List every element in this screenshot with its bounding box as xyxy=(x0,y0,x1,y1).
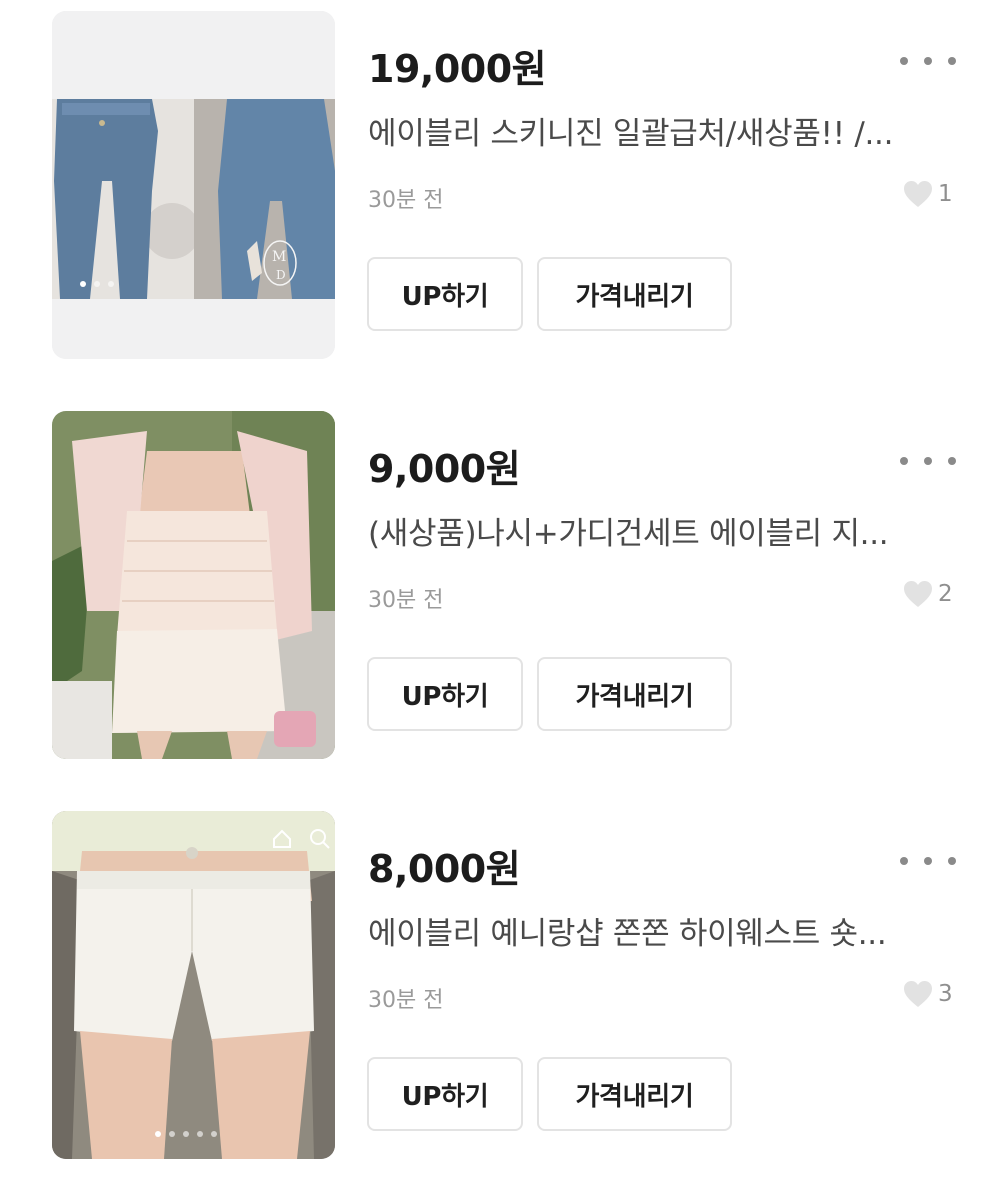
heart-icon xyxy=(904,981,932,1007)
carousel-indicator xyxy=(80,281,114,287)
listing-item[interactable]: 9,000원 (새상품)나시+가디건세트 에이블리 지... 30분 전 2 U… xyxy=(0,400,1006,760)
jeans-photo: M D xyxy=(52,11,335,359)
product-thumbnail[interactable] xyxy=(52,411,335,759)
lower-price-button[interactable]: 가격내리기 xyxy=(537,257,732,331)
listing-time: 30분 전 xyxy=(368,588,444,613)
carousel-indicator xyxy=(155,1131,217,1137)
listing-price: 8,000원 xyxy=(368,847,521,891)
more-horizontal-icon[interactable] xyxy=(900,46,956,76)
svg-text:D: D xyxy=(276,268,286,282)
listing-price: 9,000원 xyxy=(368,447,521,491)
listing-title[interactable]: (새상품)나시+가디건세트 에이블리 지... xyxy=(368,508,943,553)
svg-text:M: M xyxy=(272,249,286,265)
pink-cardigan-set-photo xyxy=(52,411,335,759)
listing-item[interactable]: M D 19,000원 에이블리 스키니진 일괄급처/새상품!! /... 30… xyxy=(0,0,1006,360)
like-count: 1 xyxy=(902,177,953,211)
listing-time: 30분 전 xyxy=(368,988,444,1013)
product-thumbnail[interactable]: M D xyxy=(52,11,335,359)
like-count-value: 3 xyxy=(938,981,953,1007)
up-button[interactable]: UP하기 xyxy=(367,657,523,731)
like-count-value: 1 xyxy=(938,181,953,207)
like-count: 2 xyxy=(902,577,953,611)
lower-price-button[interactable]: 가격내리기 xyxy=(537,657,732,731)
lower-price-button[interactable]: 가격내리기 xyxy=(537,1057,732,1131)
more-horizontal-icon[interactable] xyxy=(900,446,956,476)
listing-title[interactable]: 에이블리 예니랑샵 쫀쫀 하이웨스트 숏... xyxy=(368,908,943,953)
up-button[interactable]: UP하기 xyxy=(367,257,523,331)
listing-title[interactable]: 에이블리 스키니진 일괄급처/새상품!! /... xyxy=(368,108,943,153)
listing-price: 19,000원 xyxy=(368,47,547,91)
heart-icon xyxy=(904,181,932,207)
heart-icon xyxy=(904,581,932,607)
my-listings: M D 19,000원 에이블리 스키니진 일괄급처/새상품!! /... 30… xyxy=(0,0,1006,1200)
product-thumbnail[interactable] xyxy=(52,811,335,1159)
listing-item[interactable]: 8,000원 에이블리 예니랑샵 쫀쫀 하이웨스트 숏... 30분 전 3 U… xyxy=(0,800,1006,1160)
more-horizontal-icon[interactable] xyxy=(900,846,956,876)
white-shorts-photo xyxy=(52,811,335,1159)
up-button[interactable]: UP하기 xyxy=(367,1057,523,1131)
like-count: 3 xyxy=(902,977,953,1011)
listing-time: 30분 전 xyxy=(368,188,444,213)
like-count-value: 2 xyxy=(938,581,953,607)
